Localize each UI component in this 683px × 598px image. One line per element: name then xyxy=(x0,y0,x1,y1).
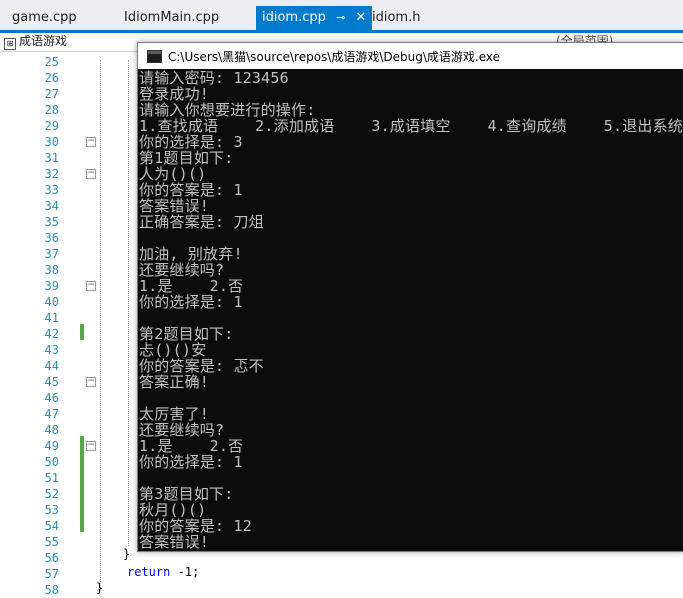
fold-toggle-icon[interactable]: − xyxy=(86,281,96,291)
console-line: 登录成功! xyxy=(139,85,210,103)
line-number: 38 xyxy=(44,263,59,277)
line-number: 44 xyxy=(44,359,59,373)
console-line: 人为()() xyxy=(139,165,207,183)
line-number: 50 xyxy=(44,455,59,469)
line-number: 56 xyxy=(44,551,59,565)
tab-idiommain-cpp[interactable]: IdiomMain.cpp xyxy=(124,8,219,28)
change-marker xyxy=(80,324,84,340)
console-line: 请输入你想要进行的操作: xyxy=(139,101,316,119)
fold-toggle-icon[interactable]: − xyxy=(86,169,96,179)
keyword-return: return xyxy=(127,565,171,579)
line-number: 29 xyxy=(44,119,59,133)
line-number: 55 xyxy=(44,535,59,549)
console-line: 请输入密码: 123456 xyxy=(139,70,289,87)
console-line: 忐()()安 xyxy=(139,341,207,359)
line-number: 45 xyxy=(44,375,59,389)
line-number: 27 xyxy=(44,87,59,101)
console-line: 你的答案是: 1 xyxy=(139,181,243,199)
console-output: 请输入密码: 123456 登录成功! 请输入你想要进行的操作: 1.查找成语 2.添… xyxy=(138,70,683,551)
tab-label: idiom.h xyxy=(372,10,421,25)
tab-label: game.cpp xyxy=(12,10,77,25)
console-line: 秋月()() xyxy=(139,501,207,519)
line-number: 54 xyxy=(44,519,59,533)
console-line: 你的答案是: 忑不 xyxy=(139,357,264,375)
line-number: 40 xyxy=(44,295,59,309)
close-icon[interactable]: ✕ xyxy=(355,6,366,30)
console-line: 答案正确! xyxy=(139,373,210,391)
project-dropdown[interactable]: ⊞ 成语游戏 xyxy=(4,34,124,50)
fold-toggle-icon[interactable]: − xyxy=(86,441,96,451)
console-line: 正确答案是: 刀俎 xyxy=(139,213,264,231)
console-app-icon xyxy=(147,50,162,63)
console-line: 第1题目如下: xyxy=(139,149,234,167)
console-line: 你的选择是: 1 xyxy=(139,453,243,471)
line-number: 37 xyxy=(44,247,59,261)
console-line: 太厉害了! xyxy=(139,405,210,423)
tab-label: IdiomMain.cpp xyxy=(124,10,220,25)
line-number: 35 xyxy=(44,215,59,229)
line-number: 36 xyxy=(44,231,59,245)
console-line: 你的选择是: 3 xyxy=(139,133,243,151)
console-line: 答案错误! xyxy=(139,197,210,215)
console-line: 你的答案是: 12 xyxy=(139,517,252,535)
indent-guide xyxy=(128,60,129,546)
line-number: 26 xyxy=(44,71,59,85)
line-number: 31 xyxy=(44,151,59,165)
line-number: 48 xyxy=(44,423,59,437)
line-number: 57 xyxy=(44,567,59,581)
line-number: 52 xyxy=(44,487,59,501)
code-line-return: return -1; xyxy=(127,564,199,580)
tab-idiom-cpp[interactable]: idiom.cpp ⊸ ✕ xyxy=(256,6,373,30)
line-number: 32 xyxy=(44,167,59,181)
project-name: 成语游戏 xyxy=(19,34,68,48)
line-number: 43 xyxy=(44,343,59,357)
line-number: 34 xyxy=(44,199,59,213)
tab-idiom-h[interactable]: idiom.h xyxy=(372,8,420,28)
line-number: 33 xyxy=(44,183,59,197)
fold-toggle-icon[interactable]: − xyxy=(86,377,96,387)
console-title-bar[interactable]: C:\Users\黑猫\source\repos\成语游戏\Debug\成语游戏… xyxy=(138,43,683,69)
console-line: 加油, 别放弃! xyxy=(139,245,243,263)
console-line: 1.查找成语 2.添加成语 3.成语填空 4.查询成绩 5.退出系统 xyxy=(139,117,683,135)
return-value: -1; xyxy=(170,565,200,579)
line-number: 30 xyxy=(44,135,59,149)
console-line: 第3题目如下: xyxy=(139,485,234,503)
console-line: 1.是 2.否 xyxy=(139,277,244,295)
change-marker xyxy=(80,436,84,532)
console-line: 还要继续吗? xyxy=(139,261,225,279)
console-line: 第2题目如下: xyxy=(139,325,234,343)
line-number: 49 xyxy=(44,439,59,453)
line-number: 41 xyxy=(44,311,59,325)
line-number: 25 xyxy=(44,55,59,69)
fold-toggle-icon[interactable]: − xyxy=(86,137,96,147)
console-line: 答案错误! xyxy=(139,533,210,551)
code-line-function-closing-brace: } xyxy=(96,581,104,595)
project-icon: ⊞ xyxy=(4,38,16,50)
line-number: 53 xyxy=(44,503,59,517)
console-line: 你的选择是: 1 xyxy=(139,293,243,311)
line-number: 28 xyxy=(44,103,59,117)
tab-label: idiom.cpp xyxy=(262,10,326,25)
console-line: 还要继续吗? xyxy=(139,421,225,439)
console-line: 1.是 2.否 xyxy=(139,437,244,455)
console-title: C:\Users\黑猫\source\repos\成语游戏\Debug\成语游戏… xyxy=(168,50,501,64)
indent-guide xyxy=(100,60,101,590)
console-window[interactable]: C:\Users\黑猫\source\repos\成语游戏\Debug\成语游戏… xyxy=(137,42,683,552)
line-number: 47 xyxy=(44,407,59,421)
pin-icon[interactable]: ⊸ xyxy=(336,6,345,30)
line-number: 42 xyxy=(44,327,59,341)
line-number: 46 xyxy=(44,391,59,405)
tab-game-cpp[interactable]: game.cpp xyxy=(12,8,77,28)
line-number: 58 xyxy=(44,583,59,597)
code-line-closing-brace: } xyxy=(123,547,131,561)
line-number: 51 xyxy=(44,471,59,485)
document-tab-bar: game.cpp IdiomMain.cpp idiom.cpp ⊸ ✕ idi… xyxy=(0,0,683,33)
line-number: 39 xyxy=(44,279,59,293)
line-number-gutter: 25 26 27 28 29 30 31 32 33 34 35 36 37 38 39 40 41 42 43 44… xyxy=(0,52,62,598)
